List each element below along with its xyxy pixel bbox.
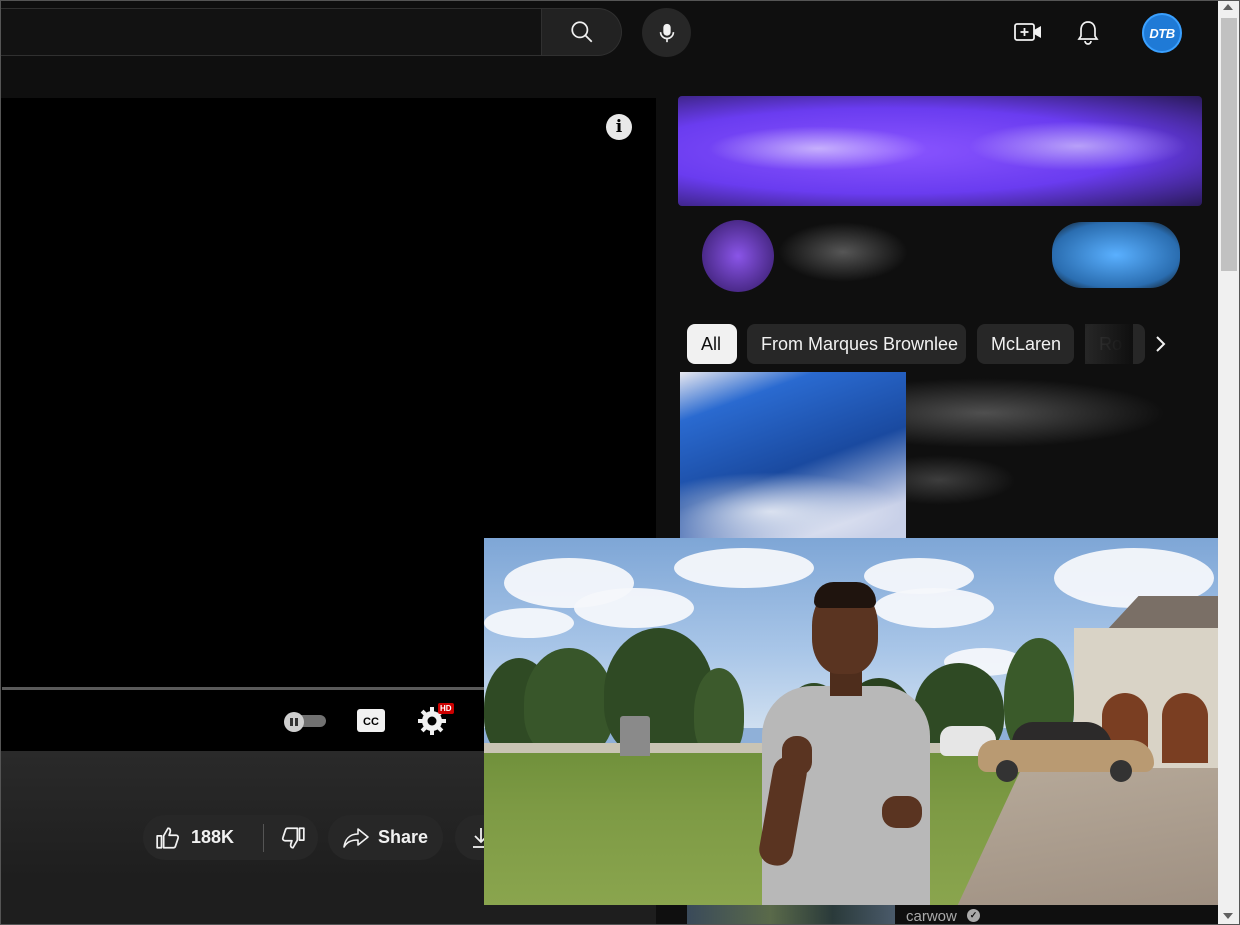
hd-badge: HD bbox=[438, 703, 454, 714]
recommended-item[interactable]: carwow ✓ bbox=[687, 904, 1187, 925]
video-cloud bbox=[484, 608, 574, 638]
thumbnail-blur bbox=[680, 472, 906, 538]
ad-cta-button[interactable] bbox=[1052, 222, 1180, 288]
video-presenter bbox=[742, 582, 952, 905]
chip-all[interactable]: All bbox=[687, 324, 737, 364]
thumbs-up-icon bbox=[156, 826, 180, 849]
video-garage-door bbox=[1162, 693, 1208, 763]
video-gold-car bbox=[978, 722, 1154, 782]
pause-icon bbox=[284, 712, 304, 732]
search-icon bbox=[570, 21, 592, 43]
autoplay-toggle[interactable] bbox=[284, 712, 326, 732]
create-video-icon bbox=[1014, 23, 1041, 41]
video-portable-toilet bbox=[620, 716, 650, 756]
chevron-right-icon bbox=[1156, 336, 1166, 352]
share-label: Share bbox=[378, 827, 429, 847]
chips-next-button[interactable] bbox=[1140, 324, 1180, 364]
recommended-title-blur[interactable] bbox=[906, 378, 1166, 448]
verified-check-icon: ✓ bbox=[967, 909, 980, 922]
ad-banner-text-blur bbox=[968, 121, 1188, 171]
search-input[interactable] bbox=[0, 8, 542, 56]
like-dislike-group: 188K bbox=[143, 815, 318, 860]
channel-name[interactable]: carwow bbox=[906, 908, 957, 925]
ad-banner-text-blur bbox=[708, 126, 928, 171]
dislike-button[interactable] bbox=[280, 825, 306, 851]
ad-details bbox=[678, 210, 1202, 302]
info-icon[interactable]: i bbox=[606, 114, 632, 140]
ad-banner-image[interactable] bbox=[678, 96, 1202, 206]
like-button[interactable]: 188K bbox=[143, 825, 251, 851]
microphone-icon bbox=[659, 23, 674, 42]
cc-label: CC bbox=[363, 716, 379, 728]
masthead: DTB bbox=[0, 0, 1218, 66]
scrollbar-thumb[interactable] bbox=[1221, 18, 1237, 271]
scroll-down-arrow-icon[interactable] bbox=[1223, 913, 1233, 919]
recommended-video-thumbnail[interactable] bbox=[687, 904, 895, 925]
recommended-video-thumbnail[interactable] bbox=[680, 372, 906, 538]
miniplayer-video[interactable] bbox=[484, 538, 1218, 905]
video-cloud bbox=[674, 548, 814, 588]
chip-from-marques-brownlee[interactable]: From Marques Brownlee bbox=[747, 324, 966, 364]
chip-mclaren[interactable]: McLaren bbox=[977, 324, 1074, 364]
page-scrollbar[interactable] bbox=[1218, 0, 1240, 925]
account-avatar[interactable]: DTB bbox=[1142, 13, 1182, 53]
share-arrow-icon bbox=[343, 827, 369, 848]
notifications-bell-icon bbox=[1077, 21, 1099, 45]
voice-search-button[interactable] bbox=[642, 8, 691, 57]
recommended-meta-blur bbox=[906, 455, 1016, 505]
search-button[interactable] bbox=[542, 8, 622, 56]
chip-fade-overlay bbox=[1085, 324, 1133, 364]
ad-text-blur bbox=[778, 222, 908, 282]
thumbs-down-icon bbox=[281, 826, 305, 849]
closed-captions-icon[interactable]: CC bbox=[356, 708, 386, 733]
advertiser-logo[interactable] bbox=[702, 220, 774, 292]
notifications-button[interactable] bbox=[1068, 12, 1108, 52]
like-divider bbox=[263, 823, 264, 852]
share-button[interactable]: Share bbox=[328, 815, 443, 860]
like-count: 188K bbox=[191, 827, 235, 847]
video-cloud bbox=[574, 588, 694, 628]
scroll-up-arrow-icon[interactable] bbox=[1223, 4, 1233, 10]
create-button[interactable] bbox=[1008, 12, 1048, 52]
